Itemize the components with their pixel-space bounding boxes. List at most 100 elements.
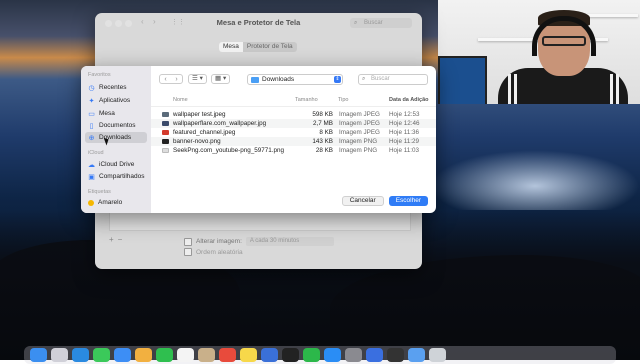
list-view-icon: ☰ ▾ <box>192 75 203 82</box>
person-glasses <box>542 36 586 46</box>
file-row[interactable]: featured_channel.jpeg 8 KB Imagem JPEG H… <box>151 128 436 137</box>
sidebar-header-favorites: Favoritos <box>88 72 111 78</box>
dialog-search-input[interactable]: ⌕ Buscar <box>358 74 428 85</box>
shared-folder-icon: ▣ <box>88 173 95 181</box>
dialog-main: ‹ › ☰ ▾ ▦ ▾ Downloads ⇕ ⌕ Buscar Nome Ta… <box>151 66 436 213</box>
dialog-actions: Cancelar Escolher <box>341 196 428 206</box>
location-label: Downloads <box>262 76 295 83</box>
sidebar-item-documentos[interactable]: ▯ Documentos <box>85 120 147 131</box>
sidebar-item-recentes[interactable]: ◷ Recentes <box>85 82 147 93</box>
sidebar-item-label: Recentes <box>99 84 127 91</box>
jacket-stripe <box>508 74 511 104</box>
settings-titlebar: ‹ › ⋮⋮ Mesa e Protetor de Tela ⌕ Buscar <box>95 13 422 33</box>
change-picture-row: Alterar imagem: A cada 30 minutos <box>184 237 334 246</box>
apps-icon: ✦ <box>88 97 95 105</box>
random-order-label: Ordem aleatória <box>196 248 243 256</box>
back-forward-buttons: ‹ › <box>159 74 183 84</box>
column-headers: Nome Tamanho Tipo Data da Adição <box>151 95 436 107</box>
dock <box>24 346 616 364</box>
file-kind: Imagem PNG <box>339 138 378 145</box>
file-size: 28 KB <box>315 147 333 154</box>
choose-button[interactable]: Escolher <box>388 196 428 206</box>
tab-protetor-de-tela[interactable]: Protetor de Tela <box>243 42 297 52</box>
sidebar-item-label: Amarelo <box>98 199 123 206</box>
sidebar-item-tag-amarelo[interactable]: Amarelo <box>85 197 147 208</box>
change-picture-interval-select[interactable]: A cada 30 minutos <box>245 237 334 246</box>
sidebar-header-icloud: iCloud <box>88 150 104 156</box>
jacket-stripe <box>514 74 517 104</box>
file-name: banner-novo.png <box>173 138 221 145</box>
column-header-name[interactable]: Nome <box>173 97 188 103</box>
file-kind: Imagem JPEG <box>339 129 380 136</box>
image-file-icon <box>162 130 169 135</box>
image-file-icon <box>162 121 169 126</box>
sidebar-header-tags: Etiquetas <box>88 189 111 195</box>
sidebar-item-aplicativos[interactable]: ✦ Aplicativos <box>85 95 147 106</box>
list-view-button[interactable]: ☰ ▾ <box>188 74 207 84</box>
sidebar-item-label: Mesa <box>99 110 115 117</box>
file-date: Hoje 12:46 <box>389 120 420 127</box>
file-date: Hoje 11:29 <box>389 138 419 145</box>
add-remove-buttons: + − <box>109 235 122 244</box>
webcam-monitor <box>438 56 487 104</box>
file-row[interactable]: SeekPng.com_youtube-png_59771.png 28 KB … <box>151 146 436 155</box>
search-icon: ⌕ <box>362 76 366 82</box>
image-file-icon <box>162 139 169 144</box>
webcam-person <box>498 10 628 104</box>
sidebar-item-label: Documentos <box>99 122 136 129</box>
forward-button[interactable]: › <box>171 75 182 83</box>
file-open-dialog: Favoritos ◷ Recentes ✦ Aplicativos ▭ Mes… <box>81 66 436 213</box>
group-view-button[interactable]: ▦ ▾ <box>211 74 231 84</box>
column-header-date[interactable]: Data da Adição <box>389 97 429 103</box>
file-row[interactable]: banner-novo.png 143 KB Imagem PNG Hoje 1… <box>151 137 436 146</box>
wave-surf <box>430 150 640 210</box>
folder-icon <box>251 76 259 83</box>
yellow-tag-dot-icon <box>88 199 94 206</box>
document-icon: ▯ <box>89 122 94 130</box>
jacket-stripe <box>616 74 619 104</box>
cancel-button[interactable]: Cancelar <box>341 196 384 206</box>
sidebar-item-label: Aplicativos <box>99 97 131 104</box>
file-name: featured_channel.jpeg <box>173 129 236 136</box>
sidebar-item-mesa[interactable]: ▭ Mesa <box>85 108 147 119</box>
dialog-toolbar: ‹ › ☰ ▾ ▦ ▾ Downloads ⇕ ⌕ Buscar <box>151 66 436 90</box>
file-kind: Imagem JPEG <box>339 120 380 127</box>
remove-folder-button[interactable]: − <box>118 235 123 244</box>
random-order-row: Ordem aleatória <box>184 248 243 256</box>
column-header-size[interactable]: Tamanho <box>295 97 318 103</box>
file-row[interactable]: wallpaper test.jpeg 598 KB Imagem JPEG H… <box>151 110 436 119</box>
sidebar-item-downloads[interactable]: ⊕ Downloads <box>85 132 147 143</box>
file-name: SeekPng.com_youtube-png_59771.png <box>173 147 284 154</box>
settings-bottom-controls: + − Alterar imagem: A cada 30 minutos Or… <box>109 235 409 265</box>
file-size: 2,7 MB <box>313 120 333 127</box>
change-picture-checkbox[interactable] <box>184 237 192 246</box>
add-folder-button[interactable]: + <box>109 235 114 244</box>
file-kind: Imagem JPEG <box>339 111 380 118</box>
download-icon: ⊕ <box>88 134 95 142</box>
tab-mesa[interactable]: Mesa <box>219 42 243 52</box>
file-row[interactable]: wallpaperflare.com_wallpaper.jpg 2,7 MB … <box>151 119 436 128</box>
sidebar-item-compartilhados[interactable]: ▣ Compartilhados <box>85 171 147 182</box>
jacket-stripe <box>610 74 613 104</box>
dialog-sidebar: Favoritos ◷ Recentes ✦ Aplicativos ▭ Mes… <box>81 66 151 213</box>
sidebar-item-icloud-drive[interactable]: ☁ iCloud Drive <box>85 159 147 170</box>
file-size: 8 KB <box>319 129 333 136</box>
file-date: Hoje 11:03 <box>389 147 419 154</box>
settings-segmented-control: Mesa Protetor de Tela <box>219 42 297 52</box>
image-file-icon <box>162 112 169 117</box>
random-order-checkbox[interactable] <box>184 248 192 256</box>
cloud-icon: ☁ <box>88 161 95 169</box>
image-file-icon <box>162 148 169 153</box>
column-header-kind[interactable]: Tipo <box>338 97 349 103</box>
sidebar-item-label: iCloud Drive <box>99 161 135 168</box>
grid-view-icon: ▦ ▾ <box>215 75 227 82</box>
settings-search-input[interactable]: ⌕ Buscar <box>350 18 412 28</box>
file-date: Hoje 12:53 <box>389 111 420 118</box>
location-dropdown[interactable]: Downloads ⇕ <box>247 74 343 85</box>
change-picture-label: Alterar imagem: <box>196 238 242 245</box>
back-button[interactable]: ‹ <box>160 75 171 83</box>
file-name: wallpaper test.jpeg <box>173 111 226 118</box>
desktop-icon: ▭ <box>88 110 95 118</box>
file-kind: Imagem PNG <box>339 147 378 154</box>
file-size: 598 KB <box>312 111 333 118</box>
